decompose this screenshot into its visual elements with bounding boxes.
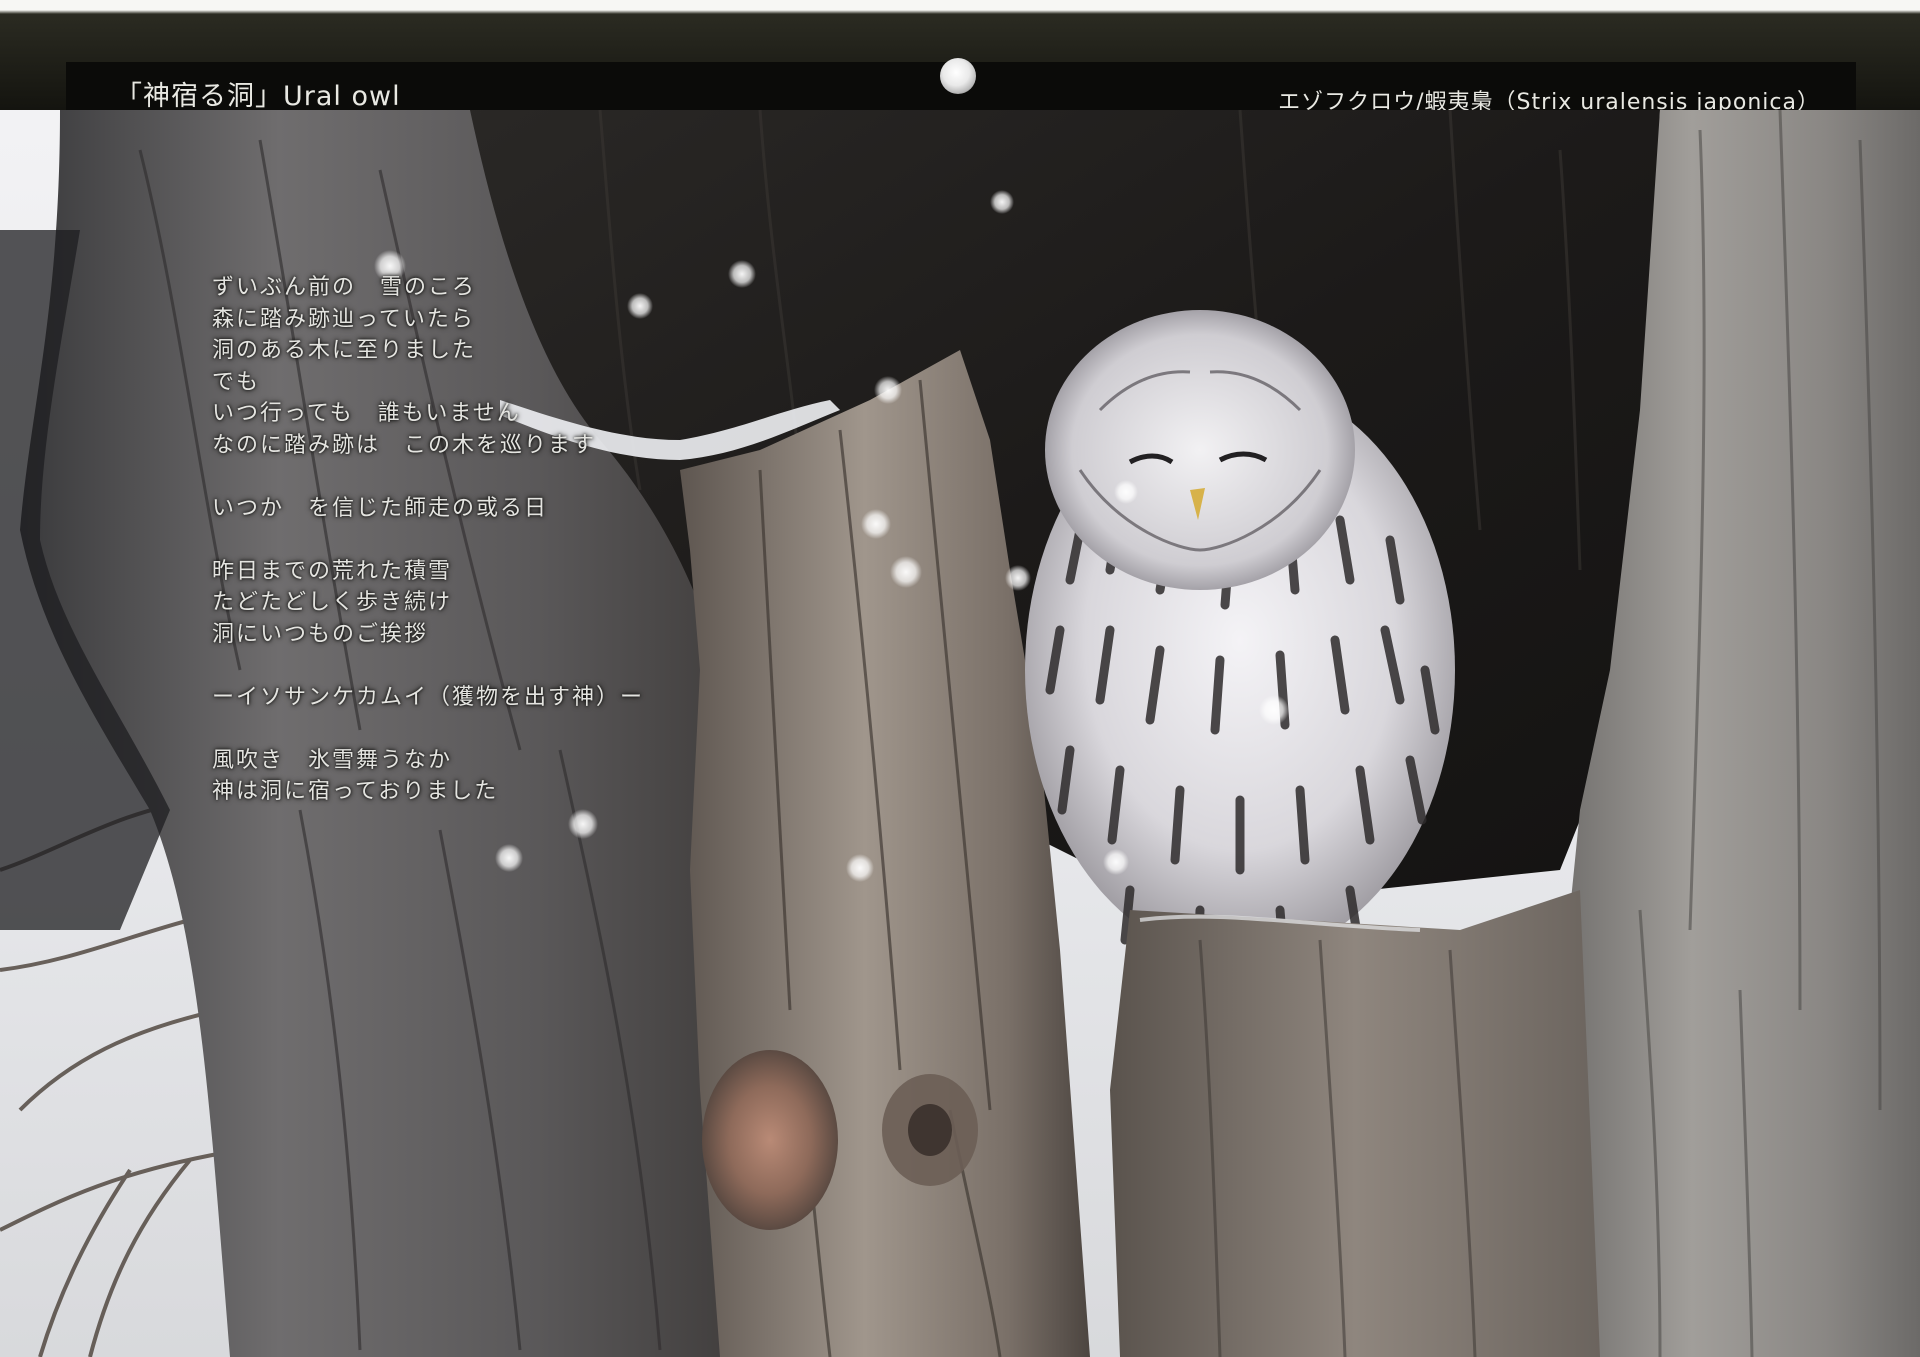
poem-line: たどたどしく歩き続け — [212, 590, 453, 615]
poem-line: 神は洞に宿っておりました — [212, 779, 499, 804]
poem-line: 洞にいつものご挨拶 — [212, 621, 429, 647]
poem-line: 森に踏み跡辿っていたら — [212, 306, 475, 332]
poem-line: でも — [212, 369, 261, 395]
poem-line — [212, 713, 832, 745]
calendar-header: 「神宿る洞」Ural owl エゾフクロウ/蝦夷梟（Strix uralensi… — [0, 0, 1920, 115]
owl-perch — [1110, 890, 1600, 1357]
poem-line: なのに踏み跡は この木を巡ります — [212, 432, 597, 458]
poem-line — [212, 461, 832, 493]
tree-knot — [702, 1050, 838, 1230]
poem-line — [212, 650, 832, 682]
poem-line: ずいぶん前の 雪のころ — [212, 275, 477, 300]
poem-line: ーイソサンケカムイ（獲物を出す神）ー — [212, 684, 645, 710]
poem-line: 洞のある木に至りました — [212, 338, 477, 363]
calendar-page: 「神宿る洞」Ural owl エゾフクロウ/蝦夷梟（Strix uralensi… — [0, 0, 1920, 1357]
poem-text: ずいぶん前の 雪のころ 森に踏み跡辿っていたら 洞のある木に至りました でもいつ行って… — [212, 272, 832, 808]
hang-hole-icon — [940, 58, 976, 94]
poem-line: いつ行っても 誰もいません — [212, 401, 521, 426]
poem-line — [212, 524, 832, 556]
poem-line: 昨日までの荒れた積雪 — [212, 558, 453, 584]
poem-line: いつか を信じた師走の或る日 — [212, 495, 549, 521]
page-title: 「神宿る洞」Ural owl — [115, 81, 401, 112]
poem-line: 風吹き 氷雪舞うなか — [212, 747, 453, 773]
